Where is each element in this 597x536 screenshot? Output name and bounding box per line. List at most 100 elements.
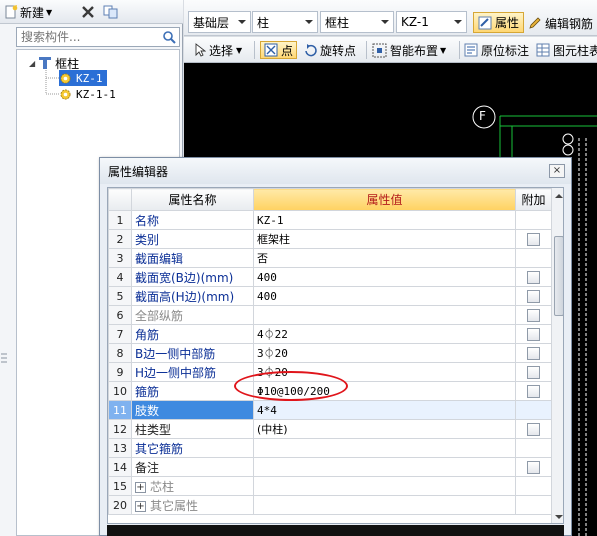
- attach-cell: [515, 267, 552, 287]
- property-name-cell[interactable]: 截面宽(B边)(mm): [131, 267, 254, 287]
- property-value-cell[interactable]: 否: [253, 248, 516, 268]
- expand-plus-icon[interactable]: +: [135, 500, 146, 512]
- table-row[interactable]: 12 柱类型 (中柱): [108, 419, 552, 439]
- property-value-cell[interactable]: [253, 495, 516, 515]
- table-row[interactable]: 7 角筋 4⏀22: [108, 324, 552, 344]
- panel-splitter-handle[interactable]: [0, 350, 8, 366]
- type-select[interactable]: 框柱: [320, 11, 394, 33]
- property-grid: 属性名称 属性值 附加 1 名称 KZ-1 2 类别 框架柱 3 截面编辑否 4 截面宽(B边)(…: [107, 187, 564, 524]
- property-value-cell[interactable]: [253, 438, 516, 458]
- expand-plus-icon[interactable]: +: [135, 481, 146, 493]
- delete-button[interactable]: [81, 3, 95, 21]
- select-button[interactable]: 选择 ▼: [194, 41, 242, 59]
- table-row[interactable]: 15 + 芯柱: [108, 476, 552, 496]
- rotate-icon: [305, 43, 317, 56]
- tree-item-kz-1[interactable]: KZ-1: [59, 70, 107, 86]
- new-button[interactable]: 新建 ▼: [4, 3, 52, 21]
- dialog-titlebar[interactable]: 属性编辑器: [100, 158, 571, 184]
- property-button[interactable]: 属性: [473, 12, 525, 33]
- property-name-cell[interactable]: 类别: [131, 229, 254, 249]
- select-label: 选择: [209, 43, 234, 58]
- toolbar-separator: [459, 41, 460, 59]
- row-number: 11: [108, 400, 132, 420]
- attach-checkbox[interactable]: [527, 423, 540, 436]
- property-value-cell[interactable]: [253, 457, 516, 477]
- property-name-cell[interactable]: 截面高(H边)(mm): [131, 286, 254, 306]
- property-name-label: 其它属性: [150, 498, 199, 513]
- property-name-cell[interactable]: 全部纵筋: [131, 305, 254, 325]
- layer-select[interactable]: 基础层: [188, 11, 251, 33]
- smart-layout-button[interactable]: 智能布置 ▼: [372, 41, 446, 59]
- property-name-cell[interactable]: 名称: [131, 210, 254, 230]
- attach-checkbox[interactable]: [527, 328, 540, 341]
- property-value-cell[interactable]: [253, 305, 516, 325]
- table-row[interactable]: 1 名称 KZ-1: [108, 210, 552, 230]
- table-row[interactable]: 11 肢数 4*4: [108, 400, 552, 420]
- property-value-cell[interactable]: KZ-1: [253, 210, 516, 230]
- gear-icon: [60, 73, 71, 83]
- property-name-cell[interactable]: 角筋: [131, 324, 254, 344]
- attach-checkbox[interactable]: [527, 461, 540, 474]
- table-row[interactable]: 5 截面高(H边)(mm) 400: [108, 286, 552, 306]
- attach-checkbox[interactable]: [527, 385, 540, 398]
- property-name-cell[interactable]: 柱类型: [131, 419, 254, 439]
- scroll-down-icon[interactable]: [553, 512, 564, 522]
- table-row[interactable]: 6 全部纵筋: [108, 305, 552, 325]
- table-row[interactable]: 3 截面编辑否: [108, 248, 552, 268]
- property-name-cell[interactable]: 肢数: [131, 400, 254, 420]
- table-row[interactable]: 8 B边一侧中部筋 3⏀20: [108, 343, 552, 363]
- attach-checkbox[interactable]: [527, 233, 540, 246]
- property-name-cell[interactable]: 其它箍筋: [131, 438, 254, 458]
- attach-cell: [515, 286, 552, 306]
- point-button[interactable]: 点: [260, 41, 298, 59]
- scroll-up-icon[interactable]: [553, 191, 564, 201]
- attach-checkbox[interactable]: [527, 290, 540, 303]
- property-value-cell[interactable]: 框架柱: [253, 229, 516, 249]
- property-value-cell[interactable]: 4*4: [253, 400, 516, 420]
- chevron-down-icon: [238, 20, 246, 24]
- property-label: 属性: [495, 16, 520, 30]
- property-value-cell[interactable]: [253, 476, 516, 496]
- attach-cell: [515, 495, 552, 515]
- table-row[interactable]: 13 其它箍筋: [108, 438, 552, 458]
- property-name-cell[interactable]: + 其它属性: [131, 495, 254, 515]
- original-label-button[interactable]: 原位标注: [464, 41, 529, 59]
- element-select[interactable]: KZ-1: [396, 11, 467, 33]
- edit-rebar-button[interactable]: 编辑钢筋: [528, 14, 593, 32]
- tree-item-kz-1-1[interactable]: KZ-1-1: [59, 86, 116, 102]
- dialog-title: 属性编辑器: [108, 164, 169, 179]
- search-box[interactable]: [16, 27, 180, 47]
- property-value-cell[interactable]: 4⏀22: [253, 324, 516, 344]
- column-header-name: 属性名称: [131, 188, 254, 211]
- property-value-cell[interactable]: 400: [253, 286, 516, 306]
- property-name-cell[interactable]: B边一侧中部筋: [131, 343, 254, 363]
- attach-checkbox[interactable]: [527, 309, 540, 322]
- property-value-cell[interactable]: (中柱): [253, 419, 516, 439]
- attach-cell: [515, 229, 552, 249]
- point-label: 点: [281, 43, 294, 58]
- attach-checkbox[interactable]: [527, 366, 540, 379]
- search-input[interactable]: [17, 28, 157, 46]
- scrollbar-thumb[interactable]: [554, 236, 563, 316]
- table-row[interactable]: 4 截面宽(B边)(mm) 400: [108, 267, 552, 287]
- search-icon[interactable]: [162, 30, 176, 44]
- close-icon[interactable]: ×: [549, 164, 565, 178]
- property-name-cell[interactable]: 截面编辑: [131, 248, 254, 268]
- property-name-cell[interactable]: + 芯柱: [131, 476, 254, 496]
- rotate-point-label: 旋转点: [320, 43, 357, 58]
- table-row[interactable]: 20 + 其它属性: [108, 495, 552, 515]
- property-value-cell[interactable]: 400: [253, 267, 516, 287]
- attach-checkbox[interactable]: [527, 271, 540, 284]
- category-select[interactable]: 柱: [252, 11, 318, 33]
- vertical-scrollbar[interactable]: [551, 188, 564, 523]
- attach-checkbox[interactable]: [527, 347, 540, 360]
- copy-button[interactable]: [103, 3, 119, 21]
- table-row[interactable]: 14 备注: [108, 457, 552, 477]
- property-name-cell[interactable]: 备注: [131, 457, 254, 477]
- table-row[interactable]: 2 类别 框架柱: [108, 229, 552, 249]
- element-table-button[interactable]: 图元柱表: [536, 41, 597, 59]
- property-value-cell[interactable]: 3⏀20: [253, 343, 516, 363]
- property-name-cell[interactable]: H边一侧中部筋: [131, 362, 254, 382]
- rotate-point-button[interactable]: 旋转点: [303, 41, 356, 59]
- chevron-down-icon: [305, 20, 313, 24]
